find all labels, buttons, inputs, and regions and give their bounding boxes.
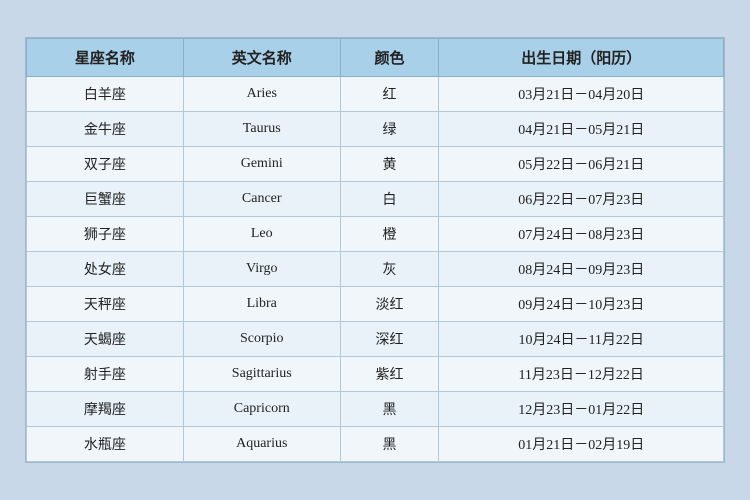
col-header-english: 英文名称 (183, 39, 340, 77)
cell-color: 黑 (340, 427, 439, 462)
table-row: 天秤座Libra淡红09月24日－10月23日 (27, 287, 724, 322)
cell-chinese-name: 双子座 (27, 147, 184, 182)
cell-english-name: Libra (183, 287, 340, 322)
table-header-row: 星座名称 英文名称 颜色 出生日期（阳历） (27, 39, 724, 77)
cell-english-name: Aries (183, 77, 340, 112)
cell-chinese-name: 摩羯座 (27, 392, 184, 427)
table-row: 白羊座Aries红03月21日－04月20日 (27, 77, 724, 112)
table-row: 天蝎座Scorpio深红10月24日－11月22日 (27, 322, 724, 357)
cell-color: 紫红 (340, 357, 439, 392)
table-row: 处女座Virgo灰08月24日－09月23日 (27, 252, 724, 287)
cell-dates: 07月24日－08月23日 (439, 217, 724, 252)
cell-chinese-name: 巨蟹座 (27, 182, 184, 217)
cell-dates: 08月24日－09月23日 (439, 252, 724, 287)
cell-chinese-name: 天秤座 (27, 287, 184, 322)
cell-english-name: Capricorn (183, 392, 340, 427)
cell-chinese-name: 射手座 (27, 357, 184, 392)
cell-dates: 05月22日－06月21日 (439, 147, 724, 182)
cell-dates: 04月21日－05月21日 (439, 112, 724, 147)
cell-english-name: Taurus (183, 112, 340, 147)
table-row: 狮子座Leo橙07月24日－08月23日 (27, 217, 724, 252)
table-row: 水瓶座Aquarius黑01月21日－02月19日 (27, 427, 724, 462)
cell-english-name: Sagittarius (183, 357, 340, 392)
cell-color: 淡红 (340, 287, 439, 322)
cell-english-name: Gemini (183, 147, 340, 182)
cell-color: 绿 (340, 112, 439, 147)
cell-dates: 01月21日－02月19日 (439, 427, 724, 462)
cell-color: 红 (340, 77, 439, 112)
col-header-chinese: 星座名称 (27, 39, 184, 77)
cell-dates: 11月23日－12月22日 (439, 357, 724, 392)
cell-dates: 12月23日－01月22日 (439, 392, 724, 427)
table-body: 白羊座Aries红03月21日－04月20日金牛座Taurus绿04月21日－0… (27, 77, 724, 462)
cell-english-name: Virgo (183, 252, 340, 287)
cell-chinese-name: 处女座 (27, 252, 184, 287)
cell-chinese-name: 白羊座 (27, 77, 184, 112)
zodiac-table-container: 星座名称 英文名称 颜色 出生日期（阳历） 白羊座Aries红03月21日－04… (25, 37, 725, 463)
table-row: 巨蟹座Cancer白06月22日－07月23日 (27, 182, 724, 217)
table-row: 射手座Sagittarius紫红11月23日－12月22日 (27, 357, 724, 392)
col-header-dates: 出生日期（阳历） (439, 39, 724, 77)
cell-color: 橙 (340, 217, 439, 252)
cell-english-name: Scorpio (183, 322, 340, 357)
cell-chinese-name: 水瓶座 (27, 427, 184, 462)
cell-color: 灰 (340, 252, 439, 287)
cell-english-name: Cancer (183, 182, 340, 217)
zodiac-table: 星座名称 英文名称 颜色 出生日期（阳历） 白羊座Aries红03月21日－04… (26, 38, 724, 462)
cell-chinese-name: 金牛座 (27, 112, 184, 147)
cell-dates: 09月24日－10月23日 (439, 287, 724, 322)
table-row: 金牛座Taurus绿04月21日－05月21日 (27, 112, 724, 147)
cell-english-name: Aquarius (183, 427, 340, 462)
cell-dates: 06月22日－07月23日 (439, 182, 724, 217)
table-row: 摩羯座Capricorn黑12月23日－01月22日 (27, 392, 724, 427)
cell-english-name: Leo (183, 217, 340, 252)
cell-dates: 03月21日－04月20日 (439, 77, 724, 112)
table-row: 双子座Gemini黄05月22日－06月21日 (27, 147, 724, 182)
cell-dates: 10月24日－11月22日 (439, 322, 724, 357)
cell-color: 深红 (340, 322, 439, 357)
cell-chinese-name: 狮子座 (27, 217, 184, 252)
cell-chinese-name: 天蝎座 (27, 322, 184, 357)
cell-color: 黄 (340, 147, 439, 182)
col-header-color: 颜色 (340, 39, 439, 77)
cell-color: 黑 (340, 392, 439, 427)
cell-color: 白 (340, 182, 439, 217)
